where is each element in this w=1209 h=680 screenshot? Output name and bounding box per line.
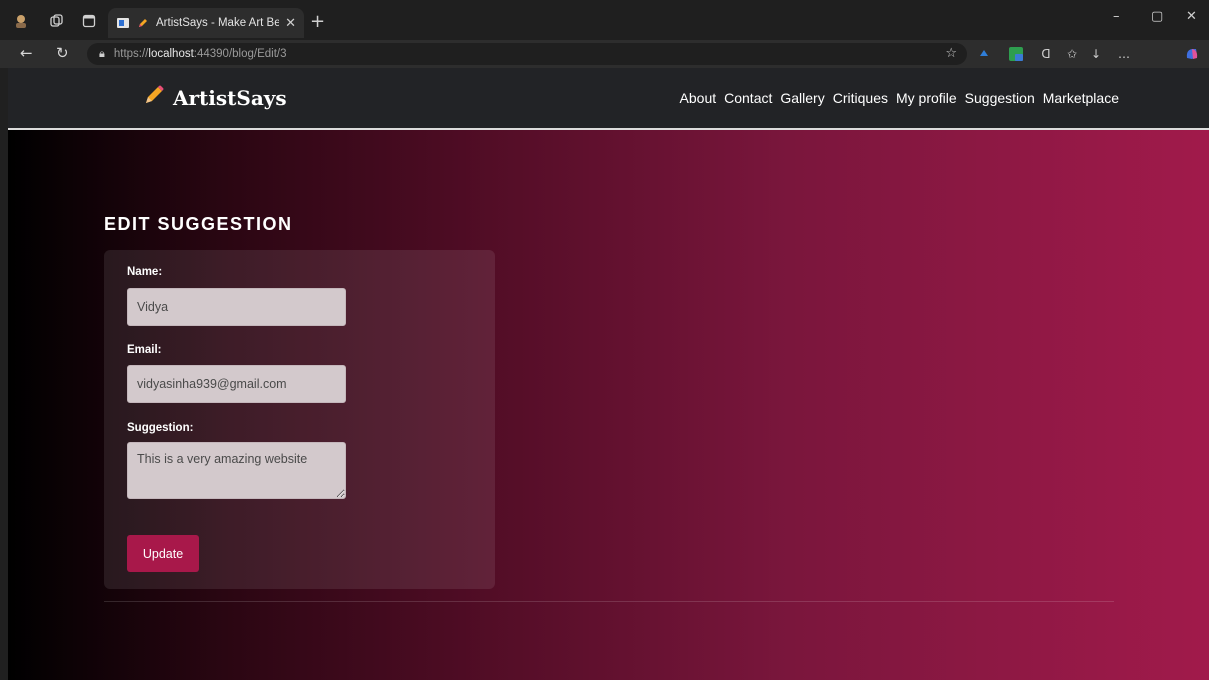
nav-my-profile[interactable]: My profile bbox=[896, 90, 957, 106]
favorite-star-icon[interactable]: ☆ bbox=[945, 46, 957, 61]
edit-suggestion-form: Name: Vidya Email: vidyasinha939@gmail.c… bbox=[104, 250, 495, 589]
more-options-icon[interactable]: … bbox=[1116, 46, 1132, 62]
extension-green-icon[interactable] bbox=[1008, 46, 1024, 62]
lock-icon[interactable]: 🔒︎ bbox=[99, 47, 105, 61]
tab-pencil-icon bbox=[136, 16, 150, 30]
minimize-icon[interactable]: – bbox=[1113, 9, 1120, 24]
content-divider bbox=[104, 601, 1114, 602]
nav-gallery[interactable]: Gallery bbox=[780, 90, 824, 106]
suggestion-label: Suggestion: bbox=[127, 422, 194, 434]
restore-icon[interactable]: ▢ bbox=[1151, 9, 1163, 24]
site-navbar: ArtistSays About Contact Gallery Critiqu… bbox=[8, 68, 1209, 130]
browser-titlebar: ArtistSays - Make Art Better ✕ + – ▢ ✕ bbox=[0, 0, 1209, 40]
favorites-icon[interactable]: ✩ bbox=[1064, 46, 1080, 62]
nav-marketplace[interactable]: Marketplace bbox=[1043, 90, 1119, 106]
brand-link[interactable]: ArtistSays bbox=[143, 84, 287, 111]
tab-close-icon[interactable]: ✕ bbox=[285, 16, 296, 31]
nav-about[interactable]: About bbox=[680, 90, 717, 106]
pencil-icon bbox=[143, 84, 165, 111]
nav-critiques[interactable]: Critiques bbox=[833, 90, 888, 106]
email-input[interactable]: vidyasinha939@gmail.com bbox=[127, 365, 346, 403]
main-content: EDIT SUGGESTION Name: Vidya Email: vidya… bbox=[8, 130, 1209, 680]
name-input[interactable]: Vidya bbox=[127, 288, 346, 326]
close-window-icon[interactable]: ✕ bbox=[1186, 9, 1197, 24]
extension-blue-icon[interactable] bbox=[976, 46, 992, 62]
workspaces-icon[interactable] bbox=[48, 12, 66, 30]
nav-suggestion[interactable]: Suggestion bbox=[965, 90, 1035, 106]
copilot-icon[interactable] bbox=[1184, 46, 1200, 62]
back-icon[interactable]: ← bbox=[20, 44, 33, 62]
name-label: Name: bbox=[127, 266, 163, 278]
url-text: https://localhost:44390/blog/Edit/3 bbox=[113, 48, 287, 60]
suggestion-textarea[interactable]: This is a very amazing website bbox=[127, 442, 346, 499]
profile-icon[interactable] bbox=[12, 12, 30, 30]
tab-favicon-icon bbox=[116, 16, 130, 30]
new-tab-icon[interactable]: + bbox=[310, 11, 325, 32]
brand-name: ArtistSays bbox=[173, 85, 287, 110]
nav-contact[interactable]: Contact bbox=[724, 90, 772, 106]
web-page: ArtistSays About Contact Gallery Critiqu… bbox=[8, 68, 1209, 680]
browser-window: ArtistSays - Make Art Better ✕ + – ▢ ✕ ←… bbox=[0, 0, 1209, 680]
address-bar[interactable]: 🔒︎ https://localhost:44390/blog/Edit/3 ☆ bbox=[87, 43, 967, 65]
update-button[interactable]: Update bbox=[127, 535, 199, 572]
tab-actions-icon[interactable] bbox=[80, 12, 98, 30]
page-title: EDIT SUGGESTION bbox=[104, 214, 293, 234]
browser-tab-active[interactable]: ArtistSays - Make Art Better ✕ bbox=[108, 8, 304, 38]
browser-toolbar: ← ↻ 🔒︎ https://localhost:44390/blog/Edit… bbox=[0, 40, 1209, 68]
refresh-icon[interactable]: ↻ bbox=[56, 44, 69, 62]
downloads-icon[interactable]: ↓ bbox=[1088, 46, 1104, 62]
email-label: Email: bbox=[127, 344, 162, 356]
tab-title: ArtistSays - Make Art Better bbox=[156, 17, 280, 29]
main-nav: About Contact Gallery Critiques My profi… bbox=[680, 90, 1119, 106]
browser-essentials-icon[interactable]: ᗡ bbox=[1038, 46, 1054, 62]
